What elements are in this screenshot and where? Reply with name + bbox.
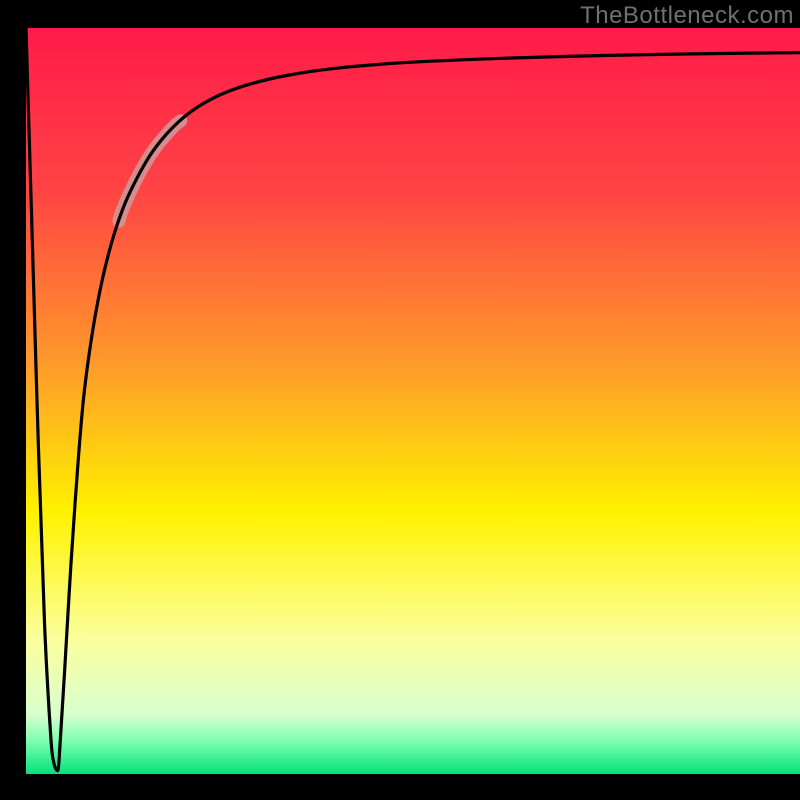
watermark-text: TheBottleneck.com xyxy=(580,2,794,30)
chart-svg xyxy=(0,0,800,800)
plot-area xyxy=(26,28,800,774)
